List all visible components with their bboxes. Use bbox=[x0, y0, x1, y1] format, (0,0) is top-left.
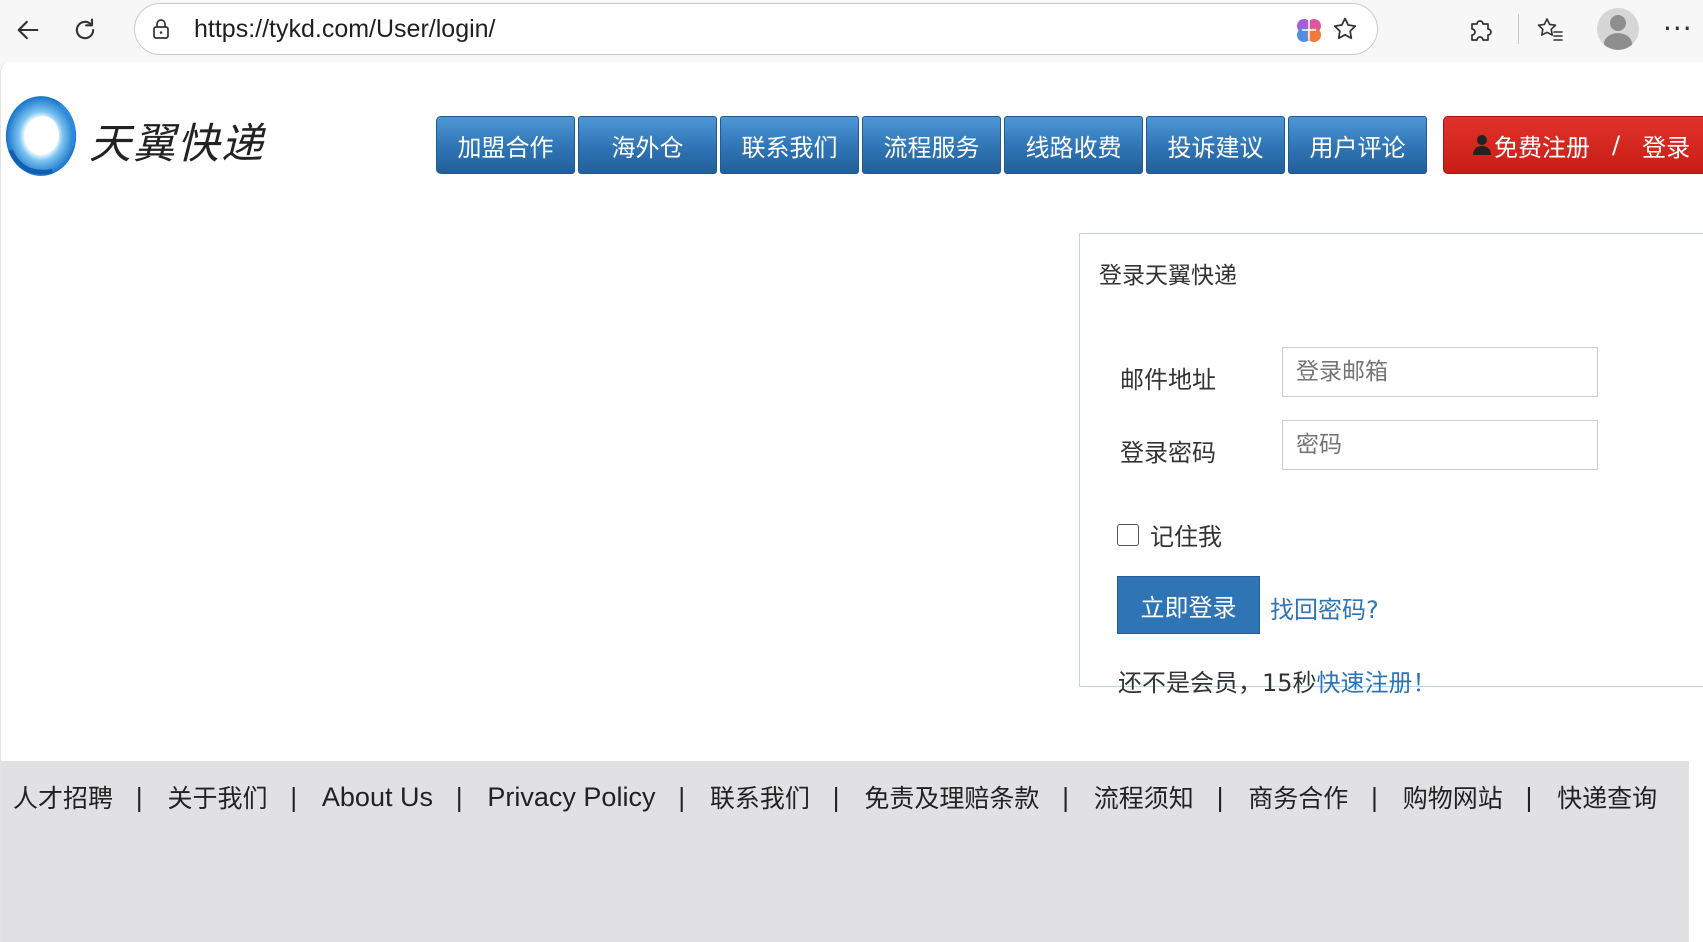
nav-item-contact[interactable]: 联系我们 bbox=[720, 116, 859, 174]
toolbar-divider bbox=[1518, 14, 1519, 44]
footer-separator: | bbox=[831, 782, 841, 812]
not-member-text: 还不是会员，15秒 bbox=[1118, 669, 1317, 697]
footer-link-disclaimer[interactable]: 免责及理赔条款 bbox=[864, 779, 1039, 815]
nav-item-process[interactable]: 流程服务 bbox=[862, 116, 1001, 174]
nav-item-label: 投诉建议 bbox=[1167, 133, 1264, 162]
nav-item-label: 联系我们 bbox=[741, 133, 838, 162]
footer-link-process-notes[interactable]: 流程须知 bbox=[1094, 779, 1194, 815]
nav-item-label: 线路收费 bbox=[1025, 133, 1122, 162]
favorites-list-icon[interactable] bbox=[1534, 14, 1566, 46]
footer-separator: | bbox=[1524, 782, 1534, 812]
url-text[interactable]: https://tykd.com/User/login/ bbox=[194, 15, 496, 44]
login-panel: 登录天翼快递 邮件地址 登录密码 记住我 立即登录 找回密码? 还不是会员，15… bbox=[1079, 233, 1703, 697]
footer-link-contact[interactable]: 联系我们 bbox=[710, 779, 810, 815]
favorite-star-icon[interactable] bbox=[1331, 15, 1359, 43]
reload-icon bbox=[75, 18, 95, 40]
brand-name: 天翼快递 bbox=[89, 119, 266, 168]
password-label: 登录密码 bbox=[1120, 439, 1216, 467]
extensions-puzzle-icon[interactable] bbox=[1464, 14, 1496, 46]
nav-item-overseas-warehouse[interactable]: 海外仓 bbox=[578, 116, 717, 174]
register-prompt: 还不是会员，15秒快速注册！ bbox=[1118, 663, 1437, 698]
web-page: 天翼快递 加盟合作 海外仓 联系我们 流程服务 线路收费 投诉建议 用户评论 免… bbox=[0, 62, 1703, 942]
remember-me-label[interactable]: 记住我 bbox=[1150, 517, 1222, 552]
footer-link-shopping[interactable]: 购物网站 bbox=[1403, 779, 1503, 815]
email-field[interactable] bbox=[1282, 347, 1598, 397]
logo-swirl-icon bbox=[5, 96, 77, 176]
main-nav: 加盟合作 海外仓 联系我们 流程服务 线路收费 投诉建议 用户评论 bbox=[436, 116, 1430, 174]
more-options-icon[interactable]: ··· bbox=[1663, 12, 1693, 45]
footer-separator: | bbox=[1370, 782, 1379, 812]
register-login-bar: 免费注册 / 登录 bbox=[1443, 116, 1703, 174]
browser-toolbar: https://tykd.com/User/login/ ··· bbox=[0, 0, 1703, 62]
footer-separator: | bbox=[1061, 782, 1070, 812]
nav-item-label: 流程服务 bbox=[883, 133, 980, 162]
site-info-lock-icon[interactable] bbox=[149, 17, 173, 41]
nav-item-complaints[interactable]: 投诉建议 bbox=[1146, 116, 1285, 174]
footer-separator: | bbox=[135, 782, 144, 812]
back-arrow-icon bbox=[17, 20, 39, 40]
profile-avatar[interactable] bbox=[1597, 8, 1639, 50]
footer-link-tracking[interactable]: 快递查询 bbox=[1557, 779, 1657, 815]
register-login-separator: / bbox=[1612, 131, 1621, 159]
forgot-password-link[interactable]: 找回密码? bbox=[1270, 590, 1379, 625]
remember-me-checkbox[interactable] bbox=[1117, 524, 1139, 546]
address-bar[interactable]: https://tykd.com/User/login/ bbox=[134, 3, 1378, 55]
footer-links: 人才招聘 | 关于我们 | About Us | Privacy Policy | 联系… bbox=[13, 779, 1657, 815]
nav-item-franchise[interactable]: 加盟合作 bbox=[436, 116, 575, 174]
footer-link-careers[interactable]: 人才招聘 bbox=[13, 779, 113, 815]
footer-separator: | bbox=[454, 782, 464, 812]
login-submit-label: 立即登录 bbox=[1140, 593, 1237, 622]
copilot-brain-icon[interactable] bbox=[1293, 14, 1325, 46]
reload-button[interactable] bbox=[63, 8, 107, 52]
back-button[interactable] bbox=[6, 8, 50, 52]
site-logo[interactable]: 天翼快递 bbox=[1, 90, 301, 186]
footer-separator: | bbox=[289, 782, 298, 812]
nav-item-label: 用户评论 bbox=[1309, 133, 1406, 162]
login-link[interactable]: 登录 bbox=[1642, 128, 1690, 163]
footer-separator: | bbox=[677, 782, 686, 812]
footer-link-privacy-policy[interactable]: Privacy Policy bbox=[487, 782, 655, 813]
email-label: 邮件地址 bbox=[1120, 366, 1216, 394]
login-submit-button[interactable]: 立即登录 bbox=[1117, 576, 1260, 634]
nav-item-reviews[interactable]: 用户评论 bbox=[1288, 116, 1427, 174]
password-field[interactable] bbox=[1282, 420, 1598, 470]
login-panel-title: 登录天翼快递 bbox=[1099, 263, 1237, 289]
nav-item-label: 加盟合作 bbox=[457, 133, 554, 162]
register-link[interactable]: 免费注册 bbox=[1494, 128, 1590, 163]
quick-register-link[interactable]: 快速注册！ bbox=[1317, 669, 1437, 697]
footer-link-about-cn[interactable]: 关于我们 bbox=[167, 779, 267, 815]
nav-item-label: 海外仓 bbox=[611, 133, 684, 162]
user-icon bbox=[1473, 135, 1491, 155]
site-footer: 人才招聘 | 关于我们 | About Us | Privacy Policy | 联系… bbox=[1, 761, 1689, 942]
footer-link-business[interactable]: 商务合作 bbox=[1248, 779, 1348, 815]
nav-item-pricing[interactable]: 线路收费 bbox=[1004, 116, 1143, 174]
footer-separator: | bbox=[1215, 782, 1225, 812]
footer-link-about-us[interactable]: About Us bbox=[322, 782, 433, 813]
